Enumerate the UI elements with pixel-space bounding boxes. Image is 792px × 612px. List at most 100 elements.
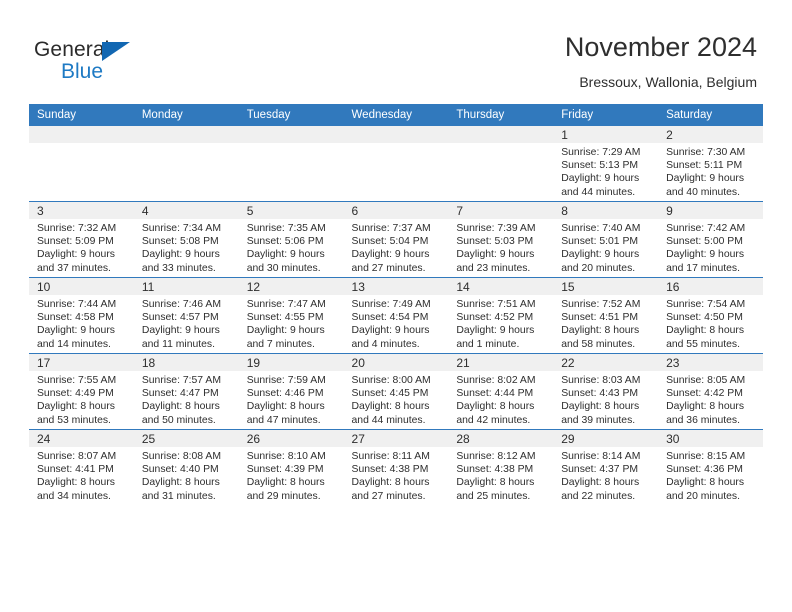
- day-cell-28[interactable]: 28 Sunrise: 8:12 AM Sunset: 4:38 PM Dayligh…: [448, 429, 554, 505]
- day-detail-line: Daylight: 9 hours: [351, 325, 430, 337]
- day-cell-11[interactable]: 11 Sunrise: 7:46 AM Sunset: 4:57 PM Dayligh…: [133, 277, 239, 354]
- day-detail-line: Sunset: 5:01 PM: [561, 236, 639, 248]
- day-cell-17[interactable]: 17 Sunrise: 7:55 AM Sunset: 4:49 PM Dayligh…: [29, 353, 134, 430]
- weekday-header-tuesday: Tuesday: [238, 104, 344, 126]
- day-detail-line: and 58 minutes.: [561, 338, 636, 350]
- day-detail-line: Sunset: 4:50 PM: [666, 312, 743, 324]
- day-cell-18[interactable]: 18 Sunrise: 7:57 AM Sunset: 4:47 PM Dayligh…: [133, 353, 239, 430]
- day-details: Sunrise: 8:02 AM Sunset: 4:44 PM Daylight:…: [448, 371, 553, 427]
- day-number: 24: [29, 430, 134, 447]
- day-number: 25: [133, 430, 239, 447]
- logo-text-general: General: [34, 38, 110, 61]
- general-blue-logo[interactable]: General Blue: [34, 38, 184, 84]
- day-detail-line: and 23 minutes.: [456, 262, 531, 274]
- day-cell-14[interactable]: 14 Sunrise: 7:51 AM Sunset: 4:52 PM Dayligh…: [448, 277, 554, 354]
- day-detail-line: Sunset: 5:13 PM: [561, 160, 639, 172]
- day-cell-3[interactable]: 3 Sunrise: 7:32 AM Sunset: 5:09 PM Daylight…: [29, 201, 134, 278]
- day-detail-line: Daylight: 9 hours: [141, 249, 220, 261]
- day-detail-line: Daylight: 8 hours: [456, 477, 535, 489]
- day-cell-25[interactable]: 25 Sunrise: 8:08 AM Sunset: 4:40 PM Dayligh…: [133, 429, 239, 505]
- day-detail-line: Sunset: 4:38 PM: [456, 464, 534, 476]
- day-number: 18: [133, 354, 239, 371]
- day-details: Sunrise: 8:15 AM Sunset: 4:36 PM Daylight:…: [658, 447, 763, 503]
- day-cell-12[interactable]: 12 Sunrise: 7:47 AM Sunset: 4:55 PM Dayligh…: [238, 277, 344, 354]
- day-number: 30: [658, 430, 763, 447]
- day-detail-line: Sunrise: 7:37 AM: [351, 223, 431, 234]
- day-cell-22[interactable]: 22 Sunrise: 8:03 AM Sunset: 4:43 PM Dayligh…: [553, 353, 659, 430]
- day-cell-10[interactable]: 10 Sunrise: 7:44 AM Sunset: 4:58 PM Dayligh…: [29, 277, 134, 354]
- day-detail-line: Sunrise: 7:35 AM: [246, 223, 326, 234]
- day-detail-line: Daylight: 8 hours: [246, 401, 325, 413]
- day-detail-line: and 14 minutes.: [37, 338, 111, 350]
- day-cell-9[interactable]: 9 Sunrise: 7:42 AM Sunset: 5:00 PM Daylight…: [658, 201, 763, 278]
- day-detail-line: Daylight: 9 hours: [351, 249, 430, 261]
- day-detail-line: Sunrise: 7:32 AM: [37, 223, 117, 234]
- day-cell-8[interactable]: 8 Sunrise: 7:40 AM Sunset: 5:01 PM Daylight…: [553, 201, 659, 278]
- day-detail-line: Sunrise: 7:51 AM: [456, 299, 536, 310]
- day-cell-24[interactable]: 24 Sunrise: 8:07 AM Sunset: 4:41 PM Dayligh…: [29, 429, 134, 505]
- day-detail-line: Sunrise: 7:46 AM: [141, 299, 221, 310]
- day-cell-30[interactable]: 30 Sunrise: 8:15 AM Sunset: 4:36 PM Dayligh…: [658, 429, 763, 505]
- day-cell-20[interactable]: 20 Sunrise: 8:00 AM Sunset: 4:45 PM Dayligh…: [343, 353, 449, 430]
- day-detail-line: Sunset: 4:41 PM: [37, 464, 114, 476]
- day-detail-line: Sunset: 4:37 PM: [561, 464, 639, 476]
- day-detail-line: Sunrise: 8:12 AM: [456, 451, 536, 462]
- day-detail-line: Sunset: 4:47 PM: [141, 388, 219, 400]
- day-cell-21[interactable]: 21 Sunrise: 8:02 AM Sunset: 4:44 PM Dayligh…: [448, 353, 554, 430]
- day-number: 4: [133, 202, 239, 219]
- day-cell-27[interactable]: 27 Sunrise: 8:11 AM Sunset: 4:38 PM Dayligh…: [343, 429, 449, 505]
- weekday-header-thursday: Thursday: [448, 104, 554, 126]
- day-detail-line: Sunrise: 7:49 AM: [351, 299, 431, 310]
- day-detail-line: Sunrise: 7:39 AM: [456, 223, 536, 234]
- day-detail-line: Daylight: 8 hours: [666, 477, 745, 489]
- day-number: 5: [238, 202, 344, 219]
- day-detail-line: Daylight: 9 hours: [456, 325, 535, 337]
- day-number: 1: [553, 126, 659, 143]
- day-cell-13[interactable]: 13 Sunrise: 7:49 AM Sunset: 4:54 PM Dayligh…: [343, 277, 449, 354]
- day-cell-16[interactable]: 16 Sunrise: 7:54 AM Sunset: 4:50 PM Dayligh…: [658, 277, 763, 354]
- day-detail-line: Sunset: 5:09 PM: [37, 236, 114, 248]
- logo-triangle-icon: [102, 42, 130, 61]
- day-details: Sunrise: 8:03 AM Sunset: 4:43 PM Daylight:…: [553, 371, 658, 427]
- day-cell-29[interactable]: 29 Sunrise: 8:14 AM Sunset: 4:37 PM Dayligh…: [553, 429, 659, 505]
- day-details: Sunrise: 8:00 AM Sunset: 4:45 PM Daylight:…: [344, 371, 449, 427]
- day-details: Sunrise: 8:14 AM Sunset: 4:37 PM Daylight:…: [553, 447, 658, 503]
- day-details: Sunrise: 8:07 AM Sunset: 4:41 PM Daylight:…: [29, 447, 134, 503]
- day-detail-line: and 37 minutes.: [37, 262, 111, 274]
- day-detail-line: and 17 minutes.: [666, 262, 740, 274]
- day-details: Sunrise: 7:30 AM Sunset: 5:11 PM Daylight:…: [658, 143, 763, 199]
- day-detail-line: Sunrise: 7:57 AM: [141, 375, 221, 386]
- day-number: 26: [238, 430, 344, 447]
- day-cell-26[interactable]: 26 Sunrise: 8:10 AM Sunset: 4:39 PM Dayligh…: [238, 429, 344, 505]
- day-detail-line: Sunset: 4:42 PM: [666, 388, 743, 400]
- day-detail-line: Daylight: 9 hours: [456, 249, 535, 261]
- day-detail-line: Sunset: 4:46 PM: [246, 388, 324, 400]
- day-detail-line: Sunrise: 7:29 AM: [561, 147, 641, 158]
- day-cell-2[interactable]: 2 Sunrise: 7:30 AM Sunset: 5:11 PM Daylight…: [658, 126, 763, 202]
- day-details: Sunrise: 7:29 AM Sunset: 5:13 PM Daylight:…: [553, 143, 658, 199]
- day-detail-line: Sunset: 4:57 PM: [141, 312, 219, 324]
- day-cell-5[interactable]: 5 Sunrise: 7:35 AM Sunset: 5:06 PM Daylight…: [238, 201, 344, 278]
- day-number: [448, 126, 554, 143]
- day-cell-6[interactable]: 6 Sunrise: 7:37 AM Sunset: 5:04 PM Daylight…: [343, 201, 449, 278]
- day-cell-23[interactable]: 23 Sunrise: 8:05 AM Sunset: 4:42 PM Dayligh…: [658, 353, 763, 430]
- day-detail-line: and 39 minutes.: [561, 414, 636, 426]
- day-number: 17: [29, 354, 134, 371]
- day-cell-1[interactable]: 1 Sunrise: 7:29 AM Sunset: 5:13 PM Daylight…: [553, 126, 659, 202]
- day-cell-empty: [133, 126, 239, 202]
- day-detail-line: Daylight: 9 hours: [37, 325, 115, 337]
- day-detail-line: Daylight: 9 hours: [246, 249, 325, 261]
- day-cell-4[interactable]: 4 Sunrise: 7:34 AM Sunset: 5:08 PM Daylight…: [133, 201, 239, 278]
- day-detail-line: and 27 minutes.: [351, 490, 426, 502]
- day-detail-line: and 31 minutes.: [141, 490, 216, 502]
- day-cell-7[interactable]: 7 Sunrise: 7:39 AM Sunset: 5:03 PM Daylight…: [448, 201, 554, 278]
- day-detail-line: Sunset: 5:04 PM: [351, 236, 429, 248]
- day-number: 14: [448, 278, 554, 295]
- day-cell-15[interactable]: 15 Sunrise: 7:52 AM Sunset: 4:51 PM Dayligh…: [553, 277, 659, 354]
- day-detail-line: and 53 minutes.: [37, 414, 111, 426]
- day-detail-line: Daylight: 8 hours: [141, 401, 220, 413]
- day-detail-line: and 27 minutes.: [351, 262, 426, 274]
- day-detail-line: Daylight: 9 hours: [37, 249, 115, 261]
- day-cell-19[interactable]: 19 Sunrise: 7:59 AM Sunset: 4:46 PM Dayligh…: [238, 353, 344, 430]
- day-detail-line: Daylight: 8 hours: [666, 325, 745, 337]
